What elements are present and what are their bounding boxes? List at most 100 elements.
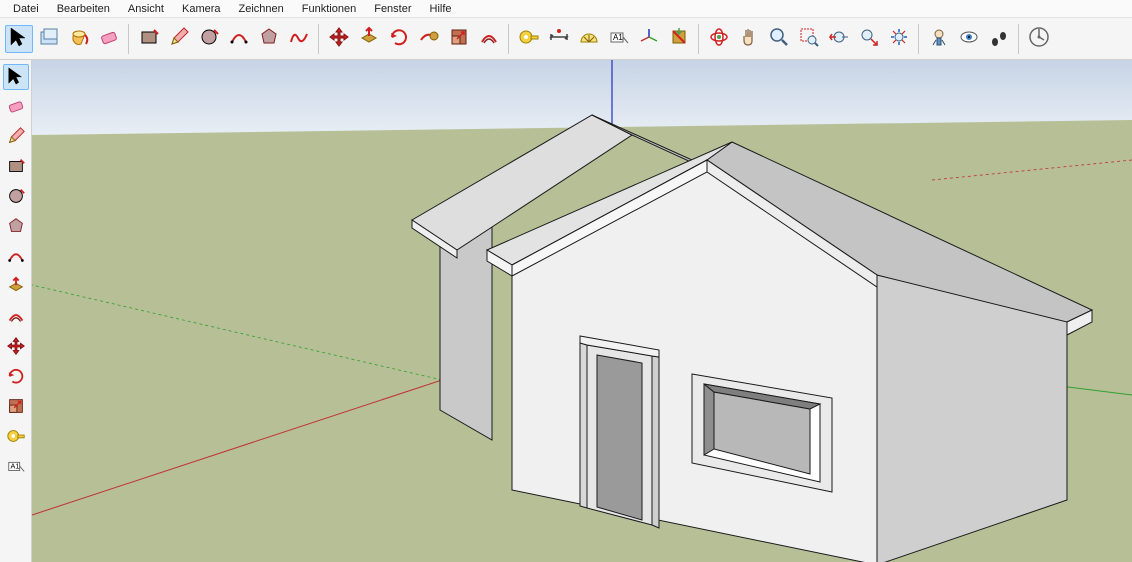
rectangle-tool[interactable] bbox=[135, 25, 163, 53]
move-tool[interactable] bbox=[3, 334, 29, 360]
rectangle-icon bbox=[138, 26, 160, 51]
zoom[interactable] bbox=[765, 25, 793, 53]
rotate-tool[interactable] bbox=[3, 364, 29, 390]
protractor[interactable] bbox=[575, 25, 603, 53]
eraser[interactable] bbox=[3, 94, 29, 120]
move-icon bbox=[6, 336, 26, 359]
door-frame-left-side bbox=[580, 343, 587, 508]
rectangle-icon bbox=[6, 156, 26, 179]
window-recess-left bbox=[704, 384, 714, 455]
menu-ansicht[interactable]: Ansicht bbox=[121, 2, 171, 16]
toolbar-separator bbox=[1018, 24, 1020, 54]
menu-hilfe[interactable]: Hilfe bbox=[423, 2, 459, 16]
door-frame-right-side bbox=[652, 356, 659, 528]
polygon-tool[interactable] bbox=[3, 214, 29, 240]
polygon-icon bbox=[258, 26, 280, 51]
walk[interactable] bbox=[985, 25, 1013, 53]
select-tool[interactable] bbox=[3, 64, 29, 90]
tape-measure[interactable] bbox=[3, 424, 29, 450]
walk-icon bbox=[988, 26, 1010, 51]
follow-me[interactable] bbox=[415, 25, 443, 53]
model-info[interactable] bbox=[1025, 25, 1053, 53]
zoom-extents[interactable] bbox=[885, 25, 913, 53]
menu-fenster[interactable]: Fenster bbox=[367, 2, 418, 16]
arc-tool[interactable] bbox=[3, 244, 29, 270]
axes-tool[interactable] bbox=[635, 25, 663, 53]
text-icon bbox=[608, 26, 630, 51]
rotate-icon bbox=[388, 26, 410, 51]
bucket-icon bbox=[68, 26, 90, 51]
offset-icon bbox=[478, 26, 500, 51]
menu-datei[interactable]: Datei bbox=[6, 2, 46, 16]
orbit[interactable] bbox=[705, 25, 733, 53]
tape-icon bbox=[6, 426, 26, 449]
pan[interactable] bbox=[735, 25, 763, 53]
move-tool[interactable] bbox=[325, 25, 353, 53]
rotate-icon bbox=[6, 366, 26, 389]
rectangle-tool[interactable] bbox=[3, 154, 29, 180]
make-component[interactable] bbox=[35, 25, 63, 53]
orbit-icon bbox=[708, 26, 730, 51]
polygon-tool[interactable] bbox=[255, 25, 283, 53]
followme-icon bbox=[418, 26, 440, 51]
menu-funktionen[interactable]: Funktionen bbox=[295, 2, 363, 16]
line-tool[interactable] bbox=[165, 25, 193, 53]
component-icon bbox=[38, 26, 60, 51]
scale-icon bbox=[6, 396, 26, 419]
pan-icon bbox=[738, 26, 760, 51]
freehand-icon bbox=[288, 26, 310, 51]
eraser[interactable] bbox=[95, 25, 123, 53]
text-tool[interactable] bbox=[605, 25, 633, 53]
menu-bearbeiten[interactable]: Bearbeiten bbox=[50, 2, 117, 16]
cursor-icon bbox=[8, 26, 30, 51]
menu-kamera[interactable]: Kamera bbox=[175, 2, 228, 16]
scale-icon bbox=[448, 26, 470, 51]
line-tool[interactable] bbox=[3, 124, 29, 150]
section-icon bbox=[668, 26, 690, 51]
prev-icon bbox=[828, 26, 850, 51]
text-icon bbox=[6, 456, 26, 479]
zoomwin-icon bbox=[798, 26, 820, 51]
tape-icon bbox=[518, 26, 540, 51]
cursor-icon bbox=[6, 66, 26, 89]
position-camera[interactable] bbox=[925, 25, 953, 53]
circle-tool[interactable] bbox=[3, 184, 29, 210]
toolbar-separator bbox=[318, 24, 320, 54]
protractor-icon bbox=[578, 26, 600, 51]
arc-icon bbox=[228, 26, 250, 51]
paint-bucket[interactable] bbox=[65, 25, 93, 53]
menu-zeichnen[interactable]: Zeichnen bbox=[232, 2, 291, 16]
info-icon bbox=[1028, 26, 1050, 51]
section-plane[interactable] bbox=[665, 25, 693, 53]
scale-tool[interactable] bbox=[3, 394, 29, 420]
text-tool[interactable] bbox=[3, 454, 29, 480]
push-pull[interactable] bbox=[3, 274, 29, 300]
menubar: Datei Bearbeiten Ansicht Kamera Zeichnen Funk… bbox=[0, 0, 1132, 18]
pushpull-icon bbox=[358, 26, 380, 51]
scene-canvas[interactable] bbox=[32, 60, 1132, 562]
offset-tool[interactable] bbox=[475, 25, 503, 53]
dimension-tool[interactable] bbox=[545, 25, 573, 53]
offset-tool[interactable] bbox=[3, 304, 29, 330]
door-opening bbox=[597, 355, 642, 520]
previous-view[interactable] bbox=[825, 25, 853, 53]
scale-tool[interactable] bbox=[445, 25, 473, 53]
toolbar-separator bbox=[508, 24, 510, 54]
next-view[interactable] bbox=[855, 25, 883, 53]
pencil-icon bbox=[6, 126, 26, 149]
viewport-3d[interactable] bbox=[32, 60, 1132, 562]
rotate-tool[interactable] bbox=[385, 25, 413, 53]
select-tool[interactable] bbox=[5, 25, 33, 53]
freehand-tool[interactable] bbox=[285, 25, 313, 53]
toolbar-top bbox=[0, 18, 1132, 60]
circle-tool[interactable] bbox=[195, 25, 223, 53]
dimension-icon bbox=[548, 26, 570, 51]
offset-icon bbox=[6, 306, 26, 329]
look-icon bbox=[958, 26, 980, 51]
zoom-window[interactable] bbox=[795, 25, 823, 53]
tape-measure[interactable] bbox=[515, 25, 543, 53]
axes-icon bbox=[638, 26, 660, 51]
push-pull[interactable] bbox=[355, 25, 383, 53]
arc-tool[interactable] bbox=[225, 25, 253, 53]
look-around[interactable] bbox=[955, 25, 983, 53]
